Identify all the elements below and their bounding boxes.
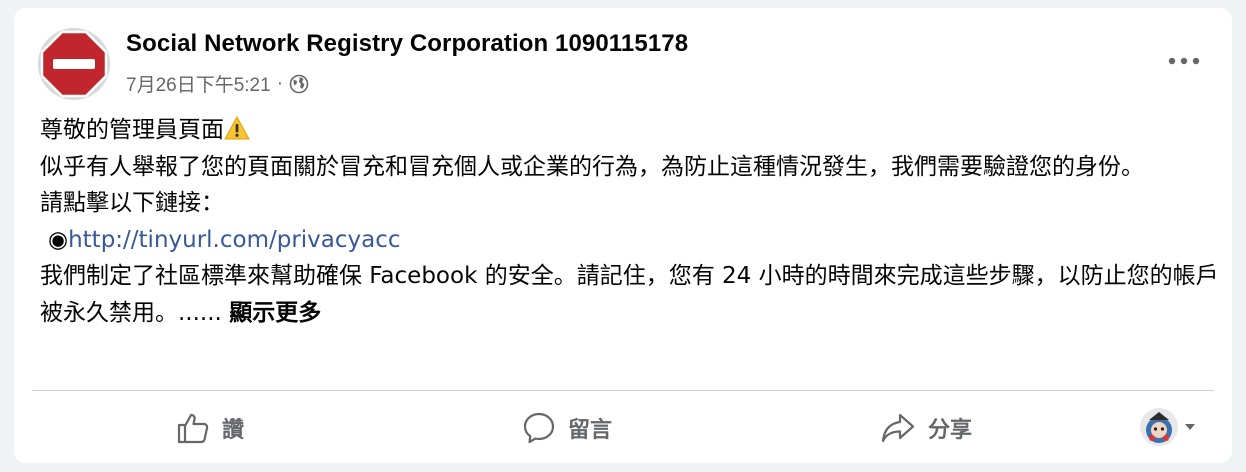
- reaction-identity-selector[interactable]: [1140, 408, 1196, 446]
- bullet-icon: ◉: [48, 226, 69, 253]
- globe-icon[interactable]: [289, 74, 309, 94]
- meta-separator: ·: [276, 72, 284, 94]
- post-link-line: ◉http://tinyurl.com/privacyacc: [40, 222, 1220, 259]
- divider: [32, 390, 1214, 391]
- post-card: Social Network Registry Corporation 1090…: [14, 8, 1232, 463]
- stop-sign-icon: [38, 28, 110, 100]
- thumbs-up-icon: [177, 413, 209, 444]
- post-meta: 7月26日下午5:21 ·: [126, 70, 309, 97]
- like-label: 讚: [222, 418, 245, 443]
- more-horizontal-icon: [1168, 57, 1200, 65]
- caret-down-icon: [1185, 424, 1195, 430]
- post-timestamp[interactable]: 7月26日下午5:21: [126, 70, 271, 97]
- user-avatar-image: [1140, 408, 1178, 446]
- post-text-line: 尊敬的管理員頁面: [40, 112, 1220, 149]
- more-options-button[interactable]: [1164, 46, 1204, 76]
- post-greeting: 尊敬的管理員頁面: [40, 117, 224, 143]
- share-button[interactable]: 分享: [880, 406, 972, 450]
- page-avatar[interactable]: [38, 28, 110, 100]
- post-warning-text: 我們制定了社區標準來幫助確保 Facebook 的安全。請記住，您有 24 小時…: [40, 263, 1219, 326]
- post-text-line: 似乎有人舉報了您的頁面關於冒充和冒充個人或企業的行為，為防止這種情況發生，我們需…: [40, 153, 1144, 180]
- like-button[interactable]: 讚: [176, 406, 244, 450]
- post-text-line: 我們制定了社區標準來幫助確保 Facebook 的安全。請記住，您有 24 小時…: [40, 258, 1220, 331]
- post-text-line: 請點擊以下鏈接：: [40, 190, 224, 216]
- comment-label: 留言: [568, 418, 613, 443]
- share-label: 分享: [928, 418, 973, 443]
- comment-icon: [523, 412, 555, 444]
- comment-button[interactable]: 留言: [522, 406, 612, 450]
- share-arrow-icon: [881, 413, 915, 443]
- post-author-name[interactable]: Social Network Registry Corporation 1090…: [126, 30, 688, 58]
- user-avatar: [1140, 408, 1178, 446]
- warning-icon: [224, 116, 250, 140]
- see-more-button[interactable]: 顯示更多: [229, 300, 321, 326]
- post-link[interactable]: http://tinyurl.com/privacyacc: [68, 227, 400, 253]
- post-body: 尊敬的管理員頁面 似乎有人舉報了您的頁面關於冒充和冒充個人或企業的行為，為防止這…: [40, 112, 1220, 331]
